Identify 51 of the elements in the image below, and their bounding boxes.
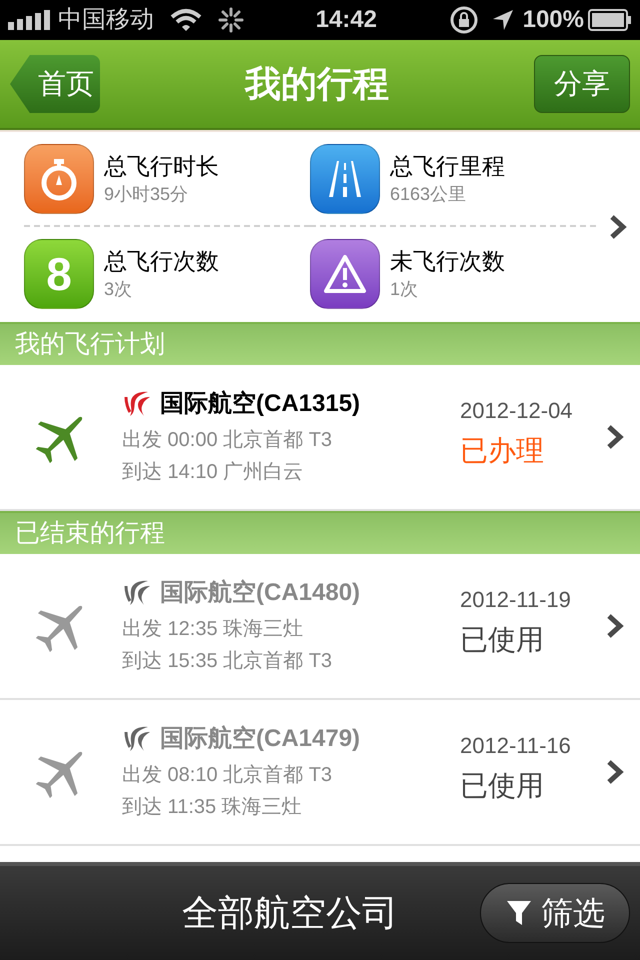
- stat-value: 1次: [390, 278, 420, 301]
- airline-logo-icon: [122, 389, 152, 419]
- activity-spinner-icon: [218, 7, 244, 33]
- stat-value: 3次: [104, 278, 134, 301]
- funnel-icon: [505, 898, 533, 928]
- departure-info: 出发 08:10 北京首都 T3: [122, 763, 334, 788]
- chevron-right-icon: [606, 759, 624, 785]
- airline-logo-icon: [122, 724, 152, 754]
- road-icon: [310, 144, 380, 214]
- arrival-info: 到达 11:35 珠海三灶: [122, 795, 303, 820]
- battery-percent: 100%: [522, 5, 584, 35]
- chevron-right-icon: [609, 214, 627, 240]
- arrival-info: 到达 15:35 北京首都 T3: [122, 649, 334, 674]
- flight-date: 2012-11-19: [460, 586, 572, 614]
- departure-info: 出发 00:00 北京首都 T3: [122, 428, 334, 453]
- clock-time: 14:42: [316, 5, 377, 35]
- stat-value: 6163公里: [390, 183, 468, 206]
- signal-icon: [8, 10, 50, 30]
- flight-airline: 国际航空(CA1315): [160, 389, 360, 419]
- stat-value: 9小时35分: [104, 183, 190, 206]
- departure-info: 出发 12:35 珠海三灶: [122, 617, 304, 642]
- carrier-name: 中国移动: [58, 5, 154, 35]
- stat-label: 未飞行次数: [390, 247, 505, 276]
- stat-label: 总飞行次数: [104, 247, 219, 276]
- rotation-lock-icon: [448, 5, 479, 35]
- chevron-right-icon: [606, 613, 624, 639]
- flight-airline: 国际航空(CA1479): [160, 724, 360, 754]
- share-button[interactable]: 分享: [534, 55, 630, 113]
- battery-icon: [588, 9, 632, 31]
- back-button[interactable]: 首页: [10, 55, 100, 113]
- stat-label: 总飞行里程: [390, 152, 505, 181]
- flight-status: 已使用: [460, 769, 545, 803]
- section-header: 我的飞行计划: [0, 322, 640, 365]
- flight-date: 2012-11-16: [460, 732, 572, 760]
- flight-status: 已使用: [460, 623, 545, 657]
- arrival-info: 到达 14:10 广州白云: [122, 460, 304, 485]
- stat-label: 总飞行时长: [104, 152, 219, 181]
- filter-button[interactable]: 筛选: [480, 883, 630, 943]
- airline-filter-title: 全部航空公司: [182, 891, 398, 935]
- chevron-right-icon: [606, 424, 624, 450]
- section-header: 已结束的行程: [0, 511, 640, 554]
- wifi-icon: [170, 8, 202, 32]
- airline-logo-icon: [122, 578, 152, 608]
- location-arrow-icon: [490, 8, 515, 32]
- flight-date: 2012-12-04: [460, 397, 574, 425]
- flight-airline: 国际航空(CA1480): [160, 578, 360, 608]
- warning-icon: [310, 239, 380, 309]
- number-icon: 8: [24, 239, 94, 309]
- stopwatch-icon: [24, 144, 94, 214]
- flight-status: 已办理: [460, 434, 545, 468]
- page-title: 我的行程: [245, 62, 389, 106]
